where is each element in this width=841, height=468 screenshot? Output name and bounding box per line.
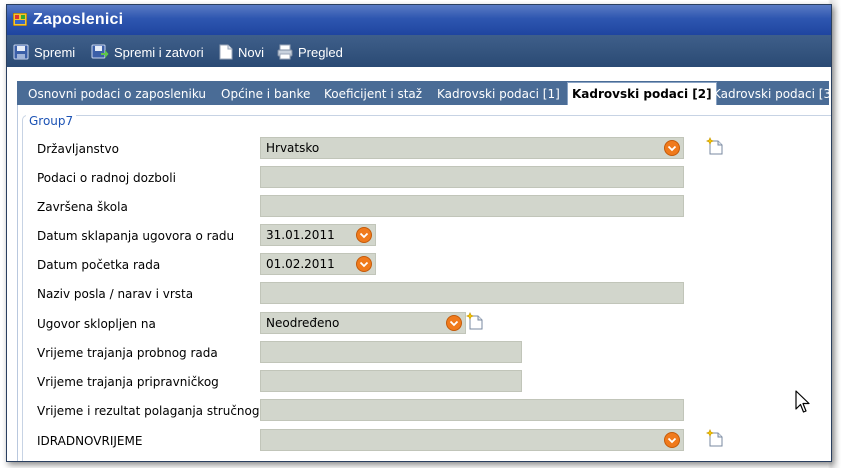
start-date-label: Datum početka rada	[37, 258, 161, 272]
tab-coefficient-seniority[interactable]: Koeficijent i staž	[324, 85, 422, 104]
preview-label: Pregled	[298, 44, 343, 60]
work-permit-label: Podaci o radnoj dozboli	[37, 171, 176, 185]
contract-date-label: Datum sklapanja ugovora o radu	[37, 229, 235, 243]
save-close-icon	[91, 44, 109, 59]
employees-window: Zaposlenici Spremi Spremi i zatvori Novi…	[6, 4, 832, 462]
contract-date-chevron-down-icon[interactable]	[356, 227, 372, 243]
professional-exam-input[interactable]	[260, 399, 684, 421]
tab-panel: Group7 Državljanstvo Hrvatsko Podaci o r…	[17, 105, 831, 461]
preview-button[interactable]: Pregled	[277, 42, 343, 62]
citizenship-label: Državljanstvo	[37, 142, 119, 156]
tab-strip: Osnovni podaci o zaposleniku Općine i ba…	[17, 81, 831, 105]
contract-date-picker[interactable]: 31.01.2011	[260, 224, 376, 246]
group-title: Group7	[26, 114, 77, 128]
new-document-icon	[219, 44, 233, 60]
school-completed-label: Završena škola	[37, 200, 128, 214]
internship-duration-input[interactable]	[260, 370, 522, 392]
toolbar: Spremi Spremi i zatvori Novi Pregled	[7, 35, 831, 67]
tab-hr-data-1[interactable]: Kadrovski podaci [1]	[437, 85, 560, 104]
citizenship-dropdown[interactable]: Hrvatsko	[260, 137, 684, 159]
tab-basic-data[interactable]: Osnovni podaci o zaposleniku	[28, 85, 206, 104]
save-icon	[13, 44, 29, 60]
work-time-id-chevron-down-icon[interactable]	[664, 432, 680, 448]
citizenship-value: Hrvatsko	[266, 141, 320, 155]
tab-hr-data-2[interactable]: Kadrovski podaci [2]	[567, 82, 717, 105]
work-time-id-add-new-icon[interactable]	[706, 429, 724, 447]
start-date-chevron-down-icon[interactable]	[356, 256, 372, 272]
start-date-picker[interactable]: 01.02.2011	[260, 253, 376, 275]
work-permit-input[interactable]	[260, 166, 684, 188]
contract-date-value: 31.01.2011	[266, 228, 335, 242]
save-and-close-button[interactable]: Spremi i zatvori	[91, 42, 204, 62]
probation-duration-input[interactable]	[260, 341, 522, 363]
job-title-input[interactable]	[260, 282, 684, 304]
citizenship-chevron-down-icon[interactable]	[664, 140, 680, 156]
contract-type-add-new-icon[interactable]	[466, 312, 484, 330]
save-label: Spremi	[34, 44, 76, 60]
citizenship-add-new-icon[interactable]	[706, 137, 724, 155]
tab-hr-data-3[interactable]: Kadrovski podaci [3]	[713, 85, 831, 104]
job-title-label: Naziv posla / narav i vrsta	[37, 287, 194, 301]
title-bar[interactable]: Zaposlenici	[7, 5, 831, 35]
new-button[interactable]: Novi	[219, 42, 264, 62]
mouse-cursor-icon	[795, 390, 810, 413]
contract-type-label: Ugovor sklopljen na	[37, 317, 156, 331]
app-icon	[13, 13, 27, 26]
preview-icon	[277, 44, 293, 60]
contract-type-value: Neodređeno	[266, 316, 340, 330]
internship-duration-label: Vrijeme trajanja pripravničkog	[37, 375, 219, 389]
window-title: Zaposlenici	[33, 11, 124, 28]
school-completed-input[interactable]	[260, 195, 684, 217]
work-time-id-dropdown[interactable]	[260, 429, 684, 451]
tab-municipalities-banks[interactable]: Općine i banke	[221, 85, 310, 104]
contract-type-dropdown[interactable]: Neodređeno	[260, 312, 466, 334]
start-date-value: 01.02.2011	[266, 257, 335, 271]
probation-duration-label: Vrijeme trajanja probnog rada	[37, 346, 218, 360]
work-time-id-label: IDRADNOVRIJEME	[37, 434, 143, 448]
new-label: Novi	[238, 44, 265, 60]
professional-exam-label: Vrijeme i rezultat polaganja stručnog	[37, 404, 260, 418]
save-and-close-label: Spremi i zatvori	[114, 44, 204, 60]
save-button[interactable]: Spremi	[13, 42, 75, 62]
contract-type-chevron-down-icon[interactable]	[446, 315, 462, 331]
form-content: Osnovni podaci o zaposleniku Općine i ba…	[7, 67, 831, 461]
